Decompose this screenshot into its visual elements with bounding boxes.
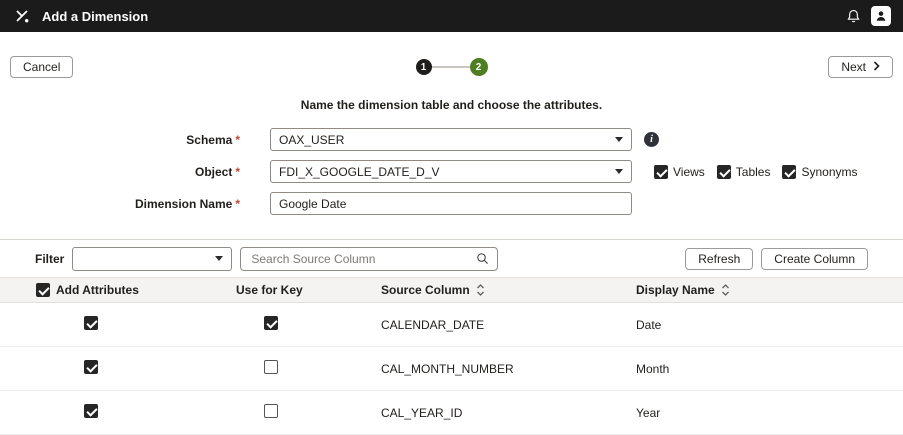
dimension-name-input[interactable] [270, 192, 632, 215]
step-subtitle: Name the dimension table and choose the … [0, 98, 903, 112]
display-name-cell: Date [636, 318, 903, 332]
step-connector [432, 66, 470, 68]
source-column-cell: CAL_YEAR_ID [381, 406, 636, 420]
views-label: Views [673, 165, 705, 179]
synonyms-filter: Synonyms [782, 165, 857, 179]
cancel-button[interactable]: Cancel [10, 56, 73, 78]
analytics-logo-icon [12, 6, 32, 26]
source-column-cell: CAL_MONTH_NUMBER [381, 362, 636, 376]
page-title: Add a Dimension [42, 9, 148, 24]
schema-label: Schema* [0, 133, 240, 147]
tables-label: Tables [736, 165, 771, 179]
select-all-checkbox[interactable] [36, 283, 50, 297]
required-asterisk: * [235, 133, 240, 147]
tables-checkbox[interactable] [717, 165, 731, 179]
tables-filter: Tables [717, 165, 771, 179]
table-row: CALENDAR_DATE Date [0, 303, 903, 347]
add-attribute-cell [36, 316, 236, 333]
section-divider [0, 239, 903, 240]
search-input[interactable] [240, 247, 498, 271]
chevron-down-icon [615, 169, 623, 174]
schema-row: Schema* OAX_USER i [0, 128, 903, 151]
column-header-source-column[interactable]: Source Column [381, 283, 636, 297]
table-row: CAL_MONTH_NUMBER Month [0, 347, 903, 391]
use-for-key-cell [236, 316, 381, 333]
object-label: Object* [0, 165, 240, 179]
search-field [240, 247, 498, 271]
table-header: Add Attributes Use for Key Source Column… [0, 277, 903, 303]
object-type-filters: Views Tables Synonyms [654, 165, 858, 179]
sort-updown-icon[interactable] [476, 283, 485, 297]
search-icon[interactable] [476, 252, 489, 268]
refresh-button[interactable]: Refresh [685, 248, 753, 270]
display-name-cell: Year [636, 406, 903, 420]
required-asterisk: * [235, 197, 240, 211]
column-header-use-for-key: Use for Key [236, 283, 381, 297]
action-row: Cancel 1 2 Next [0, 56, 903, 78]
attributes-table: Add Attributes Use for Key Source Column… [0, 277, 903, 435]
required-asterisk: * [235, 165, 240, 179]
synonyms-checkbox[interactable] [782, 165, 796, 179]
filter-bar: Filter Refresh Create Column [0, 246, 903, 271]
views-filter: Views [654, 165, 705, 179]
chevron-right-icon [873, 60, 880, 74]
next-button-label: Next [841, 60, 866, 74]
next-button[interactable]: Next [828, 56, 893, 78]
stepper: 1 2 [416, 58, 488, 76]
column-header-display-name[interactable]: Display Name [636, 283, 903, 297]
add-attribute-cell [36, 404, 236, 421]
use-for-key-cell [236, 360, 381, 377]
avatar-icon[interactable] [871, 6, 891, 26]
dimension-name-row: Dimension Name* [0, 192, 903, 215]
display-name-cell: Month [636, 362, 903, 376]
add-attributes-header-label: Add Attributes [56, 283, 139, 297]
step-1[interactable]: 1 [416, 59, 432, 75]
object-row: Object* FDI_X_GOOGLE_DATE_D_V Views Tabl… [0, 160, 903, 183]
column-header-add-attributes: Add Attributes [36, 283, 236, 297]
sort-updown-icon[interactable] [721, 283, 730, 297]
table-row: CAL_YEAR_ID Year [0, 391, 903, 435]
bell-icon[interactable] [844, 7, 863, 26]
views-checkbox[interactable] [654, 165, 668, 179]
dimension-name-label: Dimension Name* [0, 197, 240, 211]
object-select-value: FDI_X_GOOGLE_DATE_D_V [279, 165, 609, 179]
step-2[interactable]: 2 [470, 58, 488, 76]
use-for-key-checkbox[interactable] [264, 316, 278, 330]
top-bar: Add a Dimension [0, 0, 903, 32]
add-attribute-checkbox[interactable] [84, 316, 98, 330]
schema-select[interactable]: OAX_USER [270, 128, 632, 151]
filter-label: Filter [35, 252, 64, 266]
use-for-key-checkbox[interactable] [264, 360, 278, 374]
filter-select[interactable] [72, 247, 232, 271]
use-for-key-checkbox[interactable] [264, 404, 278, 418]
object-select[interactable]: FDI_X_GOOGLE_DATE_D_V [270, 160, 632, 183]
schema-select-value: OAX_USER [279, 133, 609, 147]
create-column-button[interactable]: Create Column [761, 248, 868, 270]
add-attribute-checkbox[interactable] [84, 360, 98, 374]
source-column-cell: CALENDAR_DATE [381, 318, 636, 332]
chevron-down-icon [615, 137, 623, 142]
use-for-key-cell [236, 404, 381, 421]
info-icon[interactable]: i [644, 132, 659, 147]
chevron-down-icon [215, 256, 223, 261]
dimension-form: Schema* OAX_USER i Object* FDI_X_GOOGLE_… [0, 128, 903, 215]
add-attribute-checkbox[interactable] [84, 404, 98, 418]
synonyms-label: Synonyms [801, 165, 857, 179]
add-attribute-cell [36, 360, 236, 377]
